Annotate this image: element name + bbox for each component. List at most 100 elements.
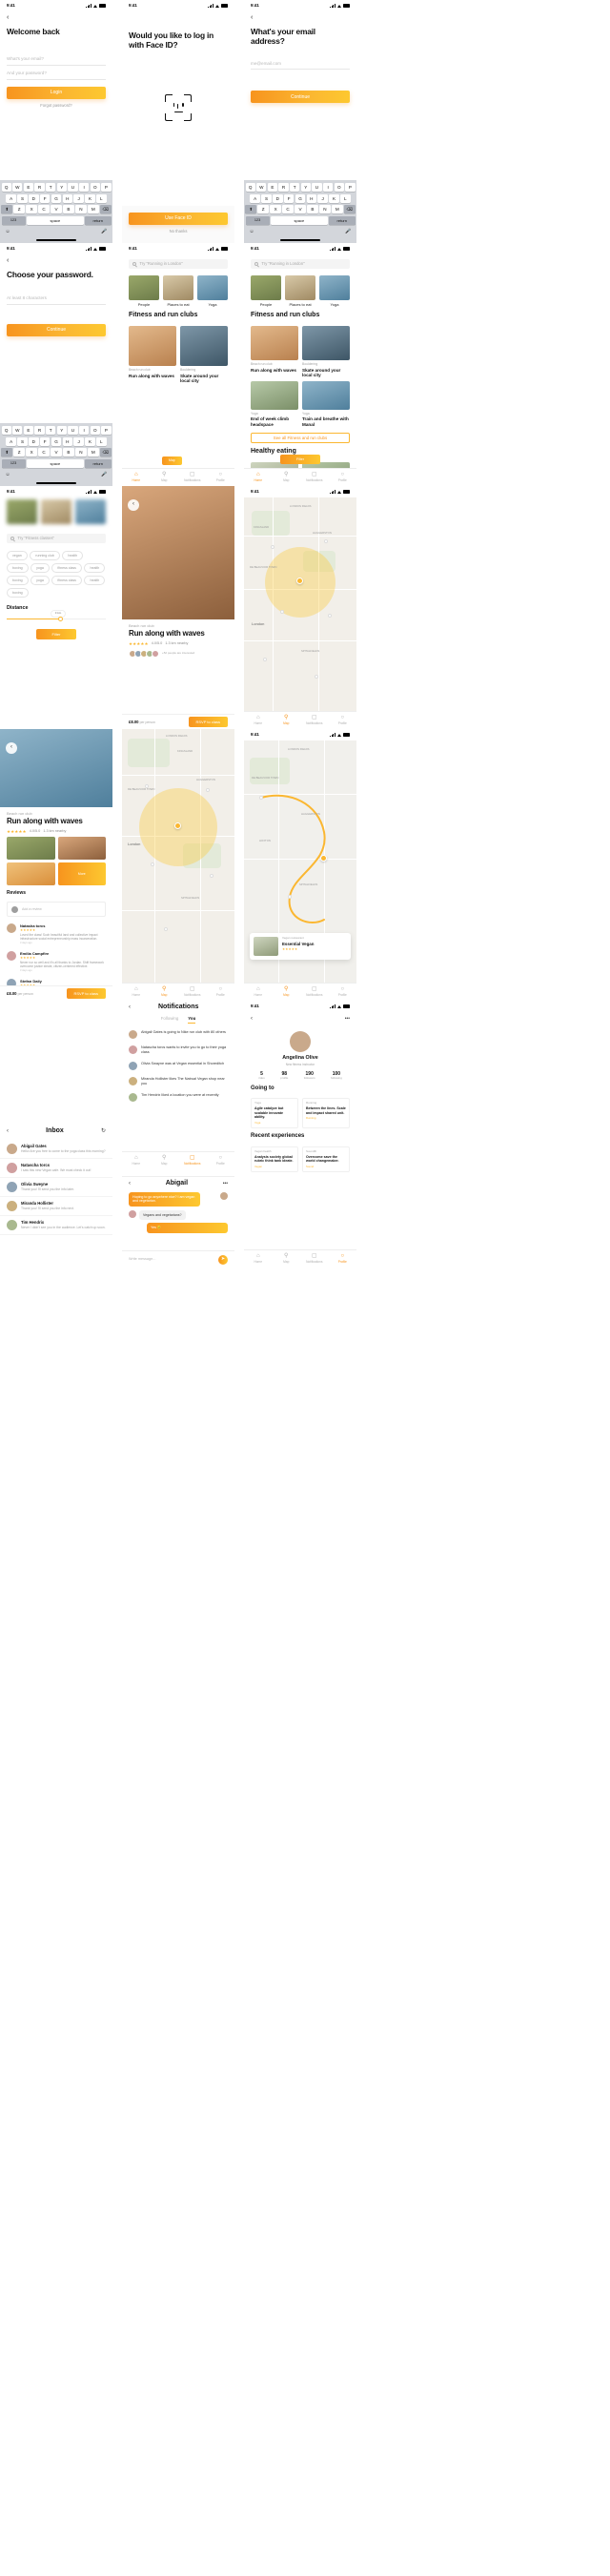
key-k[interactable]: K [85, 436, 95, 446]
search-input[interactable]: Try "Running in London" [129, 259, 228, 269]
key-d[interactable]: D [273, 193, 283, 203]
email-input[interactable]: me@email.com [251, 56, 350, 71]
key-t[interactable]: T [46, 426, 56, 436]
tab-notifications[interactable]: ▢ Notifications [178, 1155, 207, 1166]
key-n[interactable]: N [75, 448, 87, 457]
pill-vegan[interactable]: vegan [7, 551, 28, 561]
tab-home[interactable]: ⌂ Home [244, 1253, 273, 1264]
return-key[interactable]: return [85, 459, 112, 469]
inbox-item[interactable]: Natascha torcs I saw this new Vegan cafe… [0, 1159, 112, 1178]
password-input[interactable]: At least 8 characters [7, 291, 106, 305]
key-o[interactable]: O [334, 183, 344, 193]
add-review-input[interactable]: Add a review [7, 902, 106, 918]
shift-key[interactable]: ⬆ [1, 448, 13, 457]
card-end-of-week[interactable]: Yoga End of week climb headspace [251, 380, 298, 428]
key-i[interactable]: I [322, 183, 334, 193]
key-p[interactable]: P [101, 426, 112, 436]
key-t[interactable]: T [290, 183, 300, 193]
recent-card[interactable]: Soundfit Overcome save the world changem… [302, 1146, 350, 1173]
keyboard[interactable]: Q W E R T Y U I O P A S D F G H J K L ⬆ … [0, 423, 112, 486]
return-key[interactable]: return [85, 216, 112, 226]
going-card[interactable]: Yoga Agile catalyze but scalable innovat… [251, 1098, 298, 1129]
tab-map[interactable]: ⚲ Map [273, 472, 301, 482]
key-b[interactable]: B [63, 448, 74, 457]
key-n[interactable]: N [319, 205, 331, 214]
pill-boxing[interactable]: boxing [7, 562, 29, 574]
key-h[interactable]: H [62, 436, 73, 446]
notification-item[interactable]: Olivia Swayne was at Vegan essential in … [122, 1059, 234, 1074]
category-yoga[interactable]: Yoga [319, 275, 350, 307]
key-p[interactable]: P [345, 183, 356, 193]
key-j[interactable]: J [317, 193, 328, 203]
map-dot[interactable] [315, 675, 318, 679]
key-g[interactable]: G [295, 193, 306, 203]
key-x[interactable]: X [270, 205, 281, 214]
tab-home[interactable]: ⌂ Home [122, 472, 151, 482]
numbers-key[interactable]: 123 [245, 216, 270, 226]
key-w[interactable]: W [256, 183, 267, 193]
space-key[interactable]: space [271, 216, 328, 226]
tab-map[interactable]: ⚲ Map [273, 715, 301, 725]
inbox-item[interactable]: Tim Hendrix Never I didn't see you in th… [0, 1216, 112, 1235]
notification-item[interactable]: Abigail Gates is going to Nike run club … [122, 1026, 234, 1042]
recent-card[interactable]: Vegan health Analysis society global rub… [251, 1146, 298, 1173]
key-i[interactable]: I [78, 426, 90, 436]
inbox-item[interactable]: Miranda Hollister Thank you! I'll send y… [0, 1197, 112, 1216]
category-people[interactable]: People [251, 275, 281, 307]
tab-notifications[interactable]: ▢ Notifications [178, 472, 207, 482]
key-v[interactable]: V [51, 448, 62, 457]
map-result-card[interactable]: Vegan restaurant Essential Vegan ★★★★★ [250, 933, 351, 960]
pill-boxing-2[interactable]: boxing [7, 575, 29, 586]
pill-yoga-2[interactable]: yoga [30, 575, 50, 586]
key-a[interactable]: A [6, 193, 16, 203]
key-m[interactable]: M [88, 205, 99, 214]
notification-item[interactable]: Miranda Hollister likes The Natrual Vega… [122, 1074, 234, 1090]
more-icon[interactable]: ••• [345, 1016, 350, 1022]
tab-profile[interactable]: ○ Profile [207, 1155, 235, 1166]
tab-profile[interactable]: ○ Profile [329, 472, 357, 482]
space-key[interactable]: space [27, 216, 84, 226]
return-key[interactable]: return [329, 216, 356, 226]
inbox-item[interactable]: Abigail Gates Hello! Are you free to com… [0, 1140, 112, 1159]
key-d[interactable]: D [29, 193, 39, 203]
emoji-icon[interactable]: ☺ [6, 229, 10, 234]
tab-notifications[interactable]: ▢ Notifications [300, 1253, 329, 1264]
key-v[interactable]: V [51, 205, 62, 214]
key-z[interactable]: Z [13, 205, 25, 214]
key-g[interactable]: G [51, 193, 62, 203]
tab-following[interactable]: Following [161, 1016, 179, 1024]
more-icon[interactable]: ••• [223, 1181, 228, 1187]
tab-map[interactable]: ⚲ Map [151, 1155, 179, 1166]
tab-profile[interactable]: ○ Profile [207, 472, 235, 482]
space-key[interactable]: space [27, 459, 84, 469]
continue-button[interactable]: Continue [7, 323, 106, 336]
key-e[interactable]: E [23, 183, 34, 193]
key-h[interactable]: H [62, 193, 73, 203]
map-pin-selected[interactable] [320, 855, 327, 862]
key-h[interactable]: H [306, 193, 317, 203]
key-b[interactable]: B [307, 205, 318, 214]
email-field[interactable]: What's your email? [7, 51, 106, 66]
map-pin-selected[interactable] [296, 578, 303, 584]
map-dot[interactable] [259, 796, 263, 800]
search-input[interactable]: Try "Running in London" [251, 259, 350, 269]
map-dot[interactable] [151, 862, 154, 866]
key-e[interactable]: E [267, 183, 278, 193]
card-skate-around[interactable]: Bouldering Skate around your local city [180, 325, 228, 384]
back-button[interactable]: ‹ [129, 1004, 131, 1012]
card-run-along-waves[interactable]: Beach run club Run along with waves [129, 325, 176, 384]
map-dot[interactable] [271, 545, 274, 549]
use-faceid-button[interactable]: Use Face ID [129, 212, 228, 225]
key-o[interactable]: O [90, 426, 100, 436]
gallery-photo[interactable] [7, 862, 55, 885]
key-j[interactable]: J [73, 193, 84, 203]
back-button[interactable]: ‹ [0, 11, 112, 21]
back-button[interactable]: ‹ [7, 1128, 9, 1136]
map-dot[interactable] [263, 658, 267, 661]
see-all-fitness-button[interactable]: See all Fitness and run clubs [251, 433, 350, 444]
gallery-more[interactable]: More [57, 862, 106, 885]
key-s[interactable]: S [17, 436, 28, 446]
back-button[interactable]: ‹ [0, 254, 112, 264]
card-link[interactable]: Vegan [254, 1165, 295, 1168]
apply-filter-button[interactable]: Filter [36, 629, 76, 640]
